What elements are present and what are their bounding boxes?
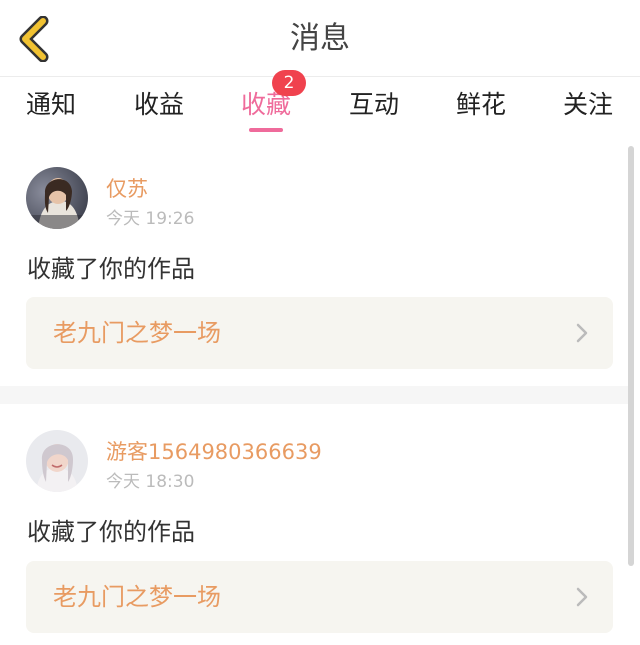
tab-flowers[interactable]: 鲜花 [436,78,526,140]
tab-label: 关注 [562,90,613,119]
chevron-right-icon [576,323,588,343]
tab-label: 收益 [133,90,184,119]
section-divider [0,386,628,404]
avatar[interactable] [26,430,88,492]
work-link[interactable]: 老九门之梦一场 [26,297,613,369]
unread-badge: 2 [272,70,306,96]
header-bar: 消息 [0,0,640,77]
tab-label: 鲜花 [455,90,506,119]
user-avatar-image [26,430,88,492]
tab-bar: 通知 收益 收藏 2 互动 鲜花 关注 [0,70,640,140]
work-title: 老九门之梦一场 [53,319,221,347]
tab-label: 互动 [348,90,399,119]
username[interactable]: 游客1564980366639 [106,436,322,466]
chevron-right-icon [576,587,588,607]
active-tab-indicator [249,128,283,132]
scrollbar[interactable] [628,146,634,566]
username[interactable]: 仅苏 [106,173,148,203]
page-title: 消息 [290,21,350,56]
timestamp: 今天 18:30 [106,472,195,492]
work-title: 老九门之梦一场 [53,583,221,611]
tab-follow[interactable]: 关注 [543,78,633,140]
tab-notice[interactable]: 通知 [6,78,96,140]
action-text: 收藏了你的作品 [27,518,195,546]
avatar[interactable] [26,167,88,229]
message-card: 游客1564980366639 今天 18:30 收藏了你的作品 老九门之梦一场 [0,404,628,645]
timestamp: 今天 19:26 [106,209,195,229]
work-link[interactable]: 老九门之梦一场 [26,561,613,633]
action-text: 收藏了你的作品 [27,255,195,283]
tab-favorites[interactable]: 收藏 2 [221,70,311,140]
user-avatar-image [26,167,88,229]
tab-label: 通知 [25,90,76,119]
tab-interaction[interactable]: 互动 [329,78,419,140]
tab-earnings[interactable]: 收益 [114,78,204,140]
message-card: 仅苏 今天 19:26 收藏了你的作品 老九门之梦一场 [0,141,628,386]
